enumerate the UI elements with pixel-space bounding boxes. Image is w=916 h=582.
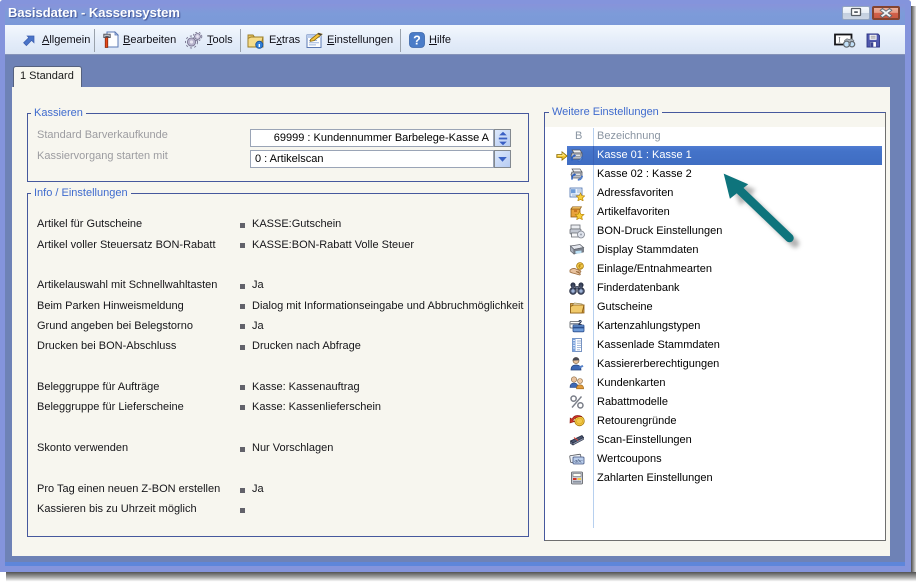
svg-text:€: € [578,264,582,271]
svg-text:abc: abc [575,459,584,465]
svg-text:2: 2 [578,320,582,327]
svg-text:I: I [838,34,841,44]
svg-text:?: ? [413,33,421,47]
